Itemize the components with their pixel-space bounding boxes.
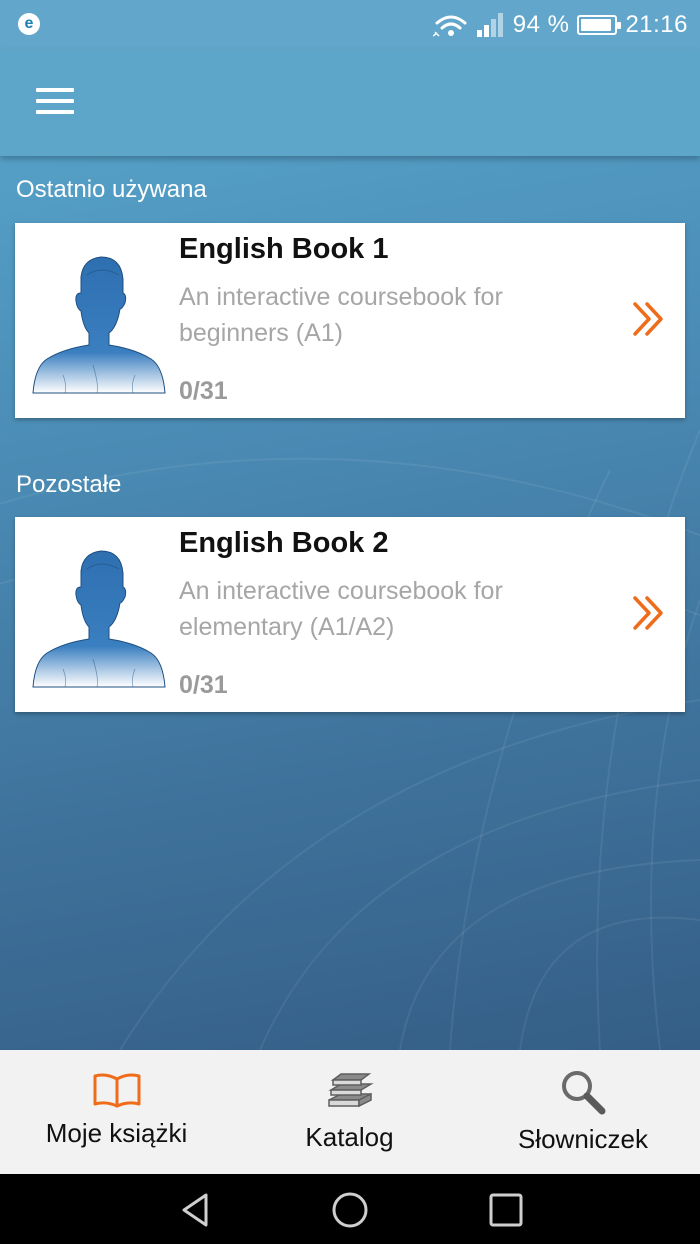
- book-progress: 0/31: [179, 377, 228, 405]
- book-stack-icon: [327, 1073, 374, 1108]
- app-screen: e 94 % 21:16 Ostatnio używana English Bo…: [0, 0, 700, 1244]
- double-chevron-right-icon[interactable]: [631, 595, 667, 631]
- status-icons: 94 % 21:16: [432, 8, 688, 42]
- signal-icon: [476, 13, 503, 37]
- home-icon[interactable]: [330, 1190, 370, 1230]
- status-bar: e 94 % 21:16: [0, 0, 700, 50]
- back-icon[interactable]: [176, 1190, 216, 1230]
- battery-level: [581, 19, 612, 31]
- book-card[interactable]: English Book 2 An interactive coursebook…: [15, 517, 685, 712]
- book-title: English Book 1: [179, 233, 389, 265]
- clock: 21:16: [625, 11, 688, 38]
- nav-tab-label: Moje książki: [45, 1118, 188, 1148]
- battery-percentage: 94 %: [512, 11, 570, 38]
- book-title: English Book 2: [179, 527, 389, 559]
- book-cover-thumbnail: [32, 550, 166, 688]
- section-label-others: Pozostałe: [16, 471, 122, 498]
- double-chevron-right-icon[interactable]: [631, 301, 667, 337]
- battery-icon: [577, 15, 622, 35]
- book-card[interactable]: English Book 1 An interactive coursebook…: [15, 223, 685, 418]
- eset-icon: e: [18, 13, 40, 35]
- open-book-icon: [93, 1073, 140, 1108]
- nav-tab-label: Słowniczek: [517, 1124, 649, 1154]
- wifi-icon: [432, 15, 467, 37]
- app-bar: [0, 50, 700, 156]
- nav-tab-label: Katalog: [305, 1122, 394, 1152]
- nav-tab-glossary[interactable]: Słowniczek: [466, 1050, 700, 1174]
- book-cover-thumbnail: [32, 256, 166, 394]
- hamburger-menu-icon[interactable]: [36, 88, 74, 114]
- book-description: An interactive coursebook for elementary…: [179, 577, 503, 641]
- nav-tab-my-books[interactable]: Moje książki: [0, 1050, 233, 1174]
- nav-tab-catalog[interactable]: Katalog: [233, 1050, 466, 1174]
- book-progress: 0/31: [179, 671, 228, 699]
- magnifier-icon: [562, 1071, 606, 1115]
- recent-apps-icon[interactable]: [486, 1190, 526, 1230]
- bottom-navigation: Moje książki Katalog Słowniczek: [0, 1050, 700, 1174]
- system-navigation-bar: [0, 1174, 700, 1244]
- section-label-recent: Ostatnio używana: [16, 176, 207, 203]
- book-description: An interactive coursebook for beginners …: [179, 283, 503, 347]
